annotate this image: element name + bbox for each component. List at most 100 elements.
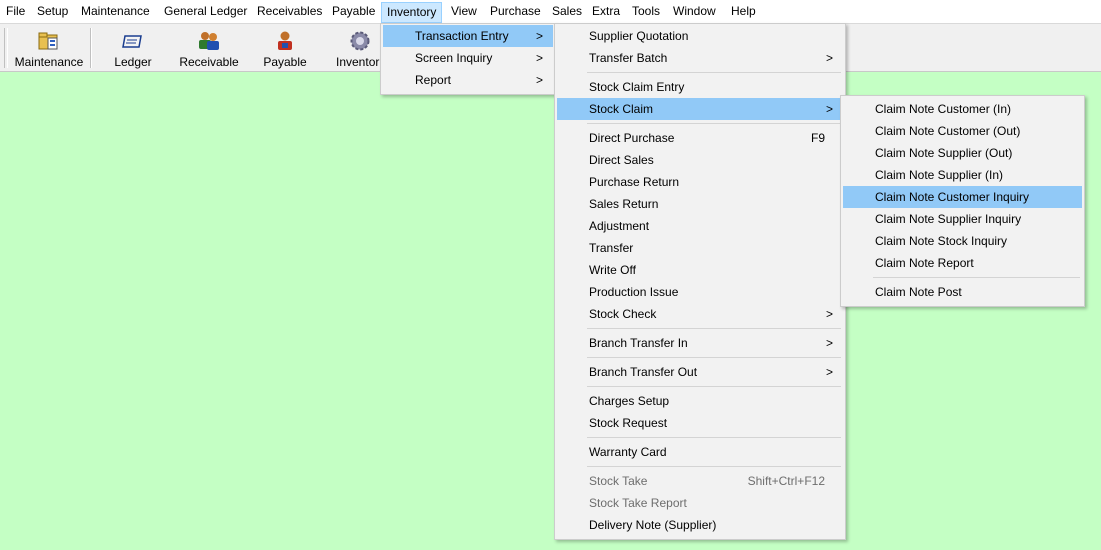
menu-item-claim-note-stock-inquiry[interactable]: Claim Note Stock Inquiry xyxy=(843,230,1082,252)
menu-item-purchase-return[interactable]: Purchase Return xyxy=(557,171,843,193)
menu-item-report[interactable]: Report > xyxy=(383,69,553,91)
menu-item-label: Screen Inquiry xyxy=(415,51,493,65)
menu-item-stock-claim-entry[interactable]: Stock Claim Entry xyxy=(557,76,843,98)
submenu-arrow-icon: > xyxy=(535,51,543,65)
menu-item-label: Charges Setup xyxy=(589,394,670,408)
maintenance-folder-icon xyxy=(37,30,61,52)
menu-item-label: Warranty Card xyxy=(589,445,667,459)
menu-item-branch-transfer-in[interactable]: Branch Transfer In > xyxy=(557,332,843,354)
menu-item-label: Purchase Return xyxy=(589,175,680,189)
toolbar-maintenance-label: Maintenance xyxy=(14,55,84,69)
menu-bar: File Setup Maintenance General Ledger Re… xyxy=(0,0,1101,24)
menu-separator xyxy=(587,72,841,73)
menu-item-label: Adjustment xyxy=(589,219,650,233)
menu-item-label: Direct Sales xyxy=(589,153,654,167)
menu-item-screen-inquiry[interactable]: Screen Inquiry > xyxy=(383,47,553,69)
menu-help[interactable]: Help xyxy=(731,2,756,21)
toolbar-ledger-button[interactable]: Ledger xyxy=(104,28,162,70)
menu-item-stock-take[interactable]: Stock Take Shift+Ctrl+F12 xyxy=(557,470,843,492)
menu-item-label: Transfer xyxy=(589,241,634,255)
menu-item-warranty-card[interactable]: Warranty Card xyxy=(557,441,843,463)
menu-sales[interactable]: Sales xyxy=(552,2,582,21)
menu-item-label: Stock Check xyxy=(589,307,657,321)
toolbar-receivable-button[interactable]: Receivable xyxy=(176,28,242,70)
menu-separator xyxy=(587,357,841,358)
menu-item-label: Direct Purchase xyxy=(589,131,675,145)
menu-item-direct-sales[interactable]: Direct Sales xyxy=(557,149,843,171)
ledger-book-icon xyxy=(121,30,145,52)
transaction-entry-menu: Supplier Quotation Transfer Batch > Stoc… xyxy=(554,23,846,540)
menu-purchase[interactable]: Purchase xyxy=(490,2,541,21)
submenu-arrow-icon: > xyxy=(825,336,833,350)
menu-item-delivery-note-supplier[interactable]: Delivery Note (Supplier) xyxy=(557,514,843,536)
menu-item-label: Stock Claim xyxy=(589,102,654,116)
menu-view[interactable]: View xyxy=(451,2,477,21)
menu-item-label: Claim Note Customer (In) xyxy=(875,102,1012,116)
menu-separator xyxy=(587,123,841,124)
menu-item-stock-claim[interactable]: Stock Claim > xyxy=(557,98,843,120)
menu-general-ledger[interactable]: General Ledger xyxy=(164,2,247,21)
menu-item-claim-note-supplier-inquiry[interactable]: Claim Note Supplier Inquiry xyxy=(843,208,1082,230)
menu-payable[interactable]: Payable xyxy=(332,2,375,21)
menu-item-stock-request[interactable]: Stock Request xyxy=(557,412,843,434)
toolbar-inventory-label: Inventor xyxy=(336,55,380,69)
menu-separator xyxy=(587,466,841,467)
menu-item-label: Claim Note Supplier (In) xyxy=(875,168,1004,182)
menu-maintenance[interactable]: Maintenance xyxy=(81,2,150,21)
menu-receivables[interactable]: Receivables xyxy=(257,2,322,21)
payable-person-icon xyxy=(273,30,297,52)
menu-item-label: Stock Take xyxy=(589,474,648,488)
menu-item-stock-check[interactable]: Stock Check > xyxy=(557,303,843,325)
menu-item-claim-note-supplier-out[interactable]: Claim Note Supplier (Out) xyxy=(843,142,1082,164)
menu-separator xyxy=(873,277,1080,278)
menu-item-transfer[interactable]: Transfer xyxy=(557,237,843,259)
menu-item-claim-note-report[interactable]: Claim Note Report xyxy=(843,252,1082,274)
menu-item-sales-return[interactable]: Sales Return xyxy=(557,193,843,215)
menu-item-label: Report xyxy=(415,73,452,87)
submenu-arrow-icon: > xyxy=(825,365,833,379)
toolbar-maintenance-button[interactable]: Maintenance xyxy=(10,28,88,70)
menu-item-transfer-batch[interactable]: Transfer Batch > xyxy=(557,47,843,69)
menu-item-adjustment[interactable]: Adjustment xyxy=(557,215,843,237)
toolbar-payable-button[interactable]: Payable xyxy=(256,28,314,70)
menu-window[interactable]: Window xyxy=(673,2,716,21)
menu-item-label: Branch Transfer Out xyxy=(589,365,698,379)
menu-item-label: Claim Note Post xyxy=(875,285,962,299)
menu-item-branch-transfer-out[interactable]: Branch Transfer Out > xyxy=(557,361,843,383)
toolbar-inventory-button[interactable]: Inventor xyxy=(330,28,386,70)
menu-item-transaction-entry[interactable]: Transaction Entry > xyxy=(383,25,553,47)
menu-item-claim-note-customer-inquiry[interactable]: Claim Note Customer Inquiry xyxy=(843,186,1082,208)
shortcut-label: F9 xyxy=(810,131,825,145)
menu-item-label: Stock Take Report xyxy=(589,496,687,510)
menu-setup[interactable]: Setup xyxy=(37,2,68,21)
menu-extra[interactable]: Extra xyxy=(592,2,620,21)
toolbar-receivable-label: Receivable xyxy=(179,55,239,69)
menu-item-production-issue[interactable]: Production Issue xyxy=(557,281,843,303)
toolbar-payable-label: Payable xyxy=(263,55,307,69)
receivable-people-icon xyxy=(197,30,221,52)
menu-item-claim-note-customer-out[interactable]: Claim Note Customer (Out) xyxy=(843,120,1082,142)
menu-item-label: Claim Note Supplier Inquiry xyxy=(875,212,1022,226)
menu-item-supplier-quotation[interactable]: Supplier Quotation xyxy=(557,25,843,47)
menu-item-label: Transfer Batch xyxy=(589,51,668,65)
submenu-arrow-icon: > xyxy=(535,29,543,43)
menu-inventory[interactable]: Inventory xyxy=(381,2,443,23)
menu-item-claim-note-post[interactable]: Claim Note Post xyxy=(843,281,1082,303)
menu-tools[interactable]: Tools xyxy=(632,2,660,21)
menu-file[interactable]: File xyxy=(6,2,25,21)
menu-item-charges-setup[interactable]: Charges Setup xyxy=(557,390,843,412)
menu-item-write-off[interactable]: Write Off xyxy=(557,259,843,281)
menu-item-label: Claim Note Stock Inquiry xyxy=(875,234,1008,248)
menu-separator xyxy=(587,437,841,438)
menu-item-claim-note-customer-in[interactable]: Claim Note Customer (In) xyxy=(843,98,1082,120)
menu-item-claim-note-supplier-in[interactable]: Claim Note Supplier (In) xyxy=(843,164,1082,186)
submenu-arrow-icon: > xyxy=(825,102,833,116)
toolbar-ledger-label: Ledger xyxy=(114,55,152,69)
menu-separator xyxy=(587,386,841,387)
menu-item-direct-purchase[interactable]: Direct Purchase F9 xyxy=(557,127,843,149)
menu-item-label: Branch Transfer In xyxy=(589,336,688,350)
menu-item-label: Supplier Quotation xyxy=(589,29,689,43)
toolbar-grip[interactable] xyxy=(4,28,8,68)
menu-item-label: Claim Note Customer Inquiry xyxy=(875,190,1030,204)
menu-item-stock-take-report[interactable]: Stock Take Report xyxy=(557,492,843,514)
